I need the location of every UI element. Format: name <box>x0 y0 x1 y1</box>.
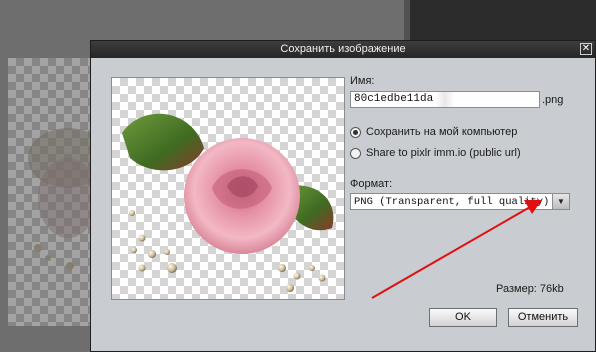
format-select-value: PNG (Transparent, full quality) <box>354 196 550 208</box>
radio-save-to-computer[interactable]: Сохранить на мой компьютер <box>350 126 517 138</box>
format-select[interactable]: PNG (Transparent, full quality) ▼ <box>350 193 570 210</box>
name-label: Имя: <box>350 75 375 87</box>
file-size-text: Размер: 76kb <box>496 283 564 295</box>
radio-button-checked[interactable] <box>350 126 361 138</box>
filename-input[interactable]: 80c1edbe11da <box>350 91 540 108</box>
dialog-title: Сохранить изображение <box>280 43 406 55</box>
image-preview <box>111 77 345 300</box>
radio-label-save-to-computer: Сохранить на мой компьютер <box>366 126 518 138</box>
ok-button[interactable]: OK <box>429 308 497 327</box>
save-image-dialog: Сохранить изображение ✕ Имя: 80c1edbe11d… <box>90 40 596 352</box>
radio-label-share-to-pixlr: Share to pixlr imm.io (public url) <box>366 147 521 159</box>
chevron-down-icon[interactable]: ▼ <box>552 194 569 209</box>
rose-image <box>122 113 334 292</box>
cancel-button[interactable]: Отменить <box>508 308 578 327</box>
background-canvas-image <box>8 58 108 326</box>
format-label: Формат: <box>350 178 393 190</box>
dialog-titlebar: Сохранить изображение ✕ <box>91 41 595 58</box>
radio-share-to-pixlr[interactable]: Share to pixlr imm.io (public url) <box>350 147 521 159</box>
close-icon[interactable]: ✕ <box>580 43 592 55</box>
file-extension: .png <box>542 94 564 106</box>
radio-button-unchecked[interactable] <box>350 147 361 159</box>
